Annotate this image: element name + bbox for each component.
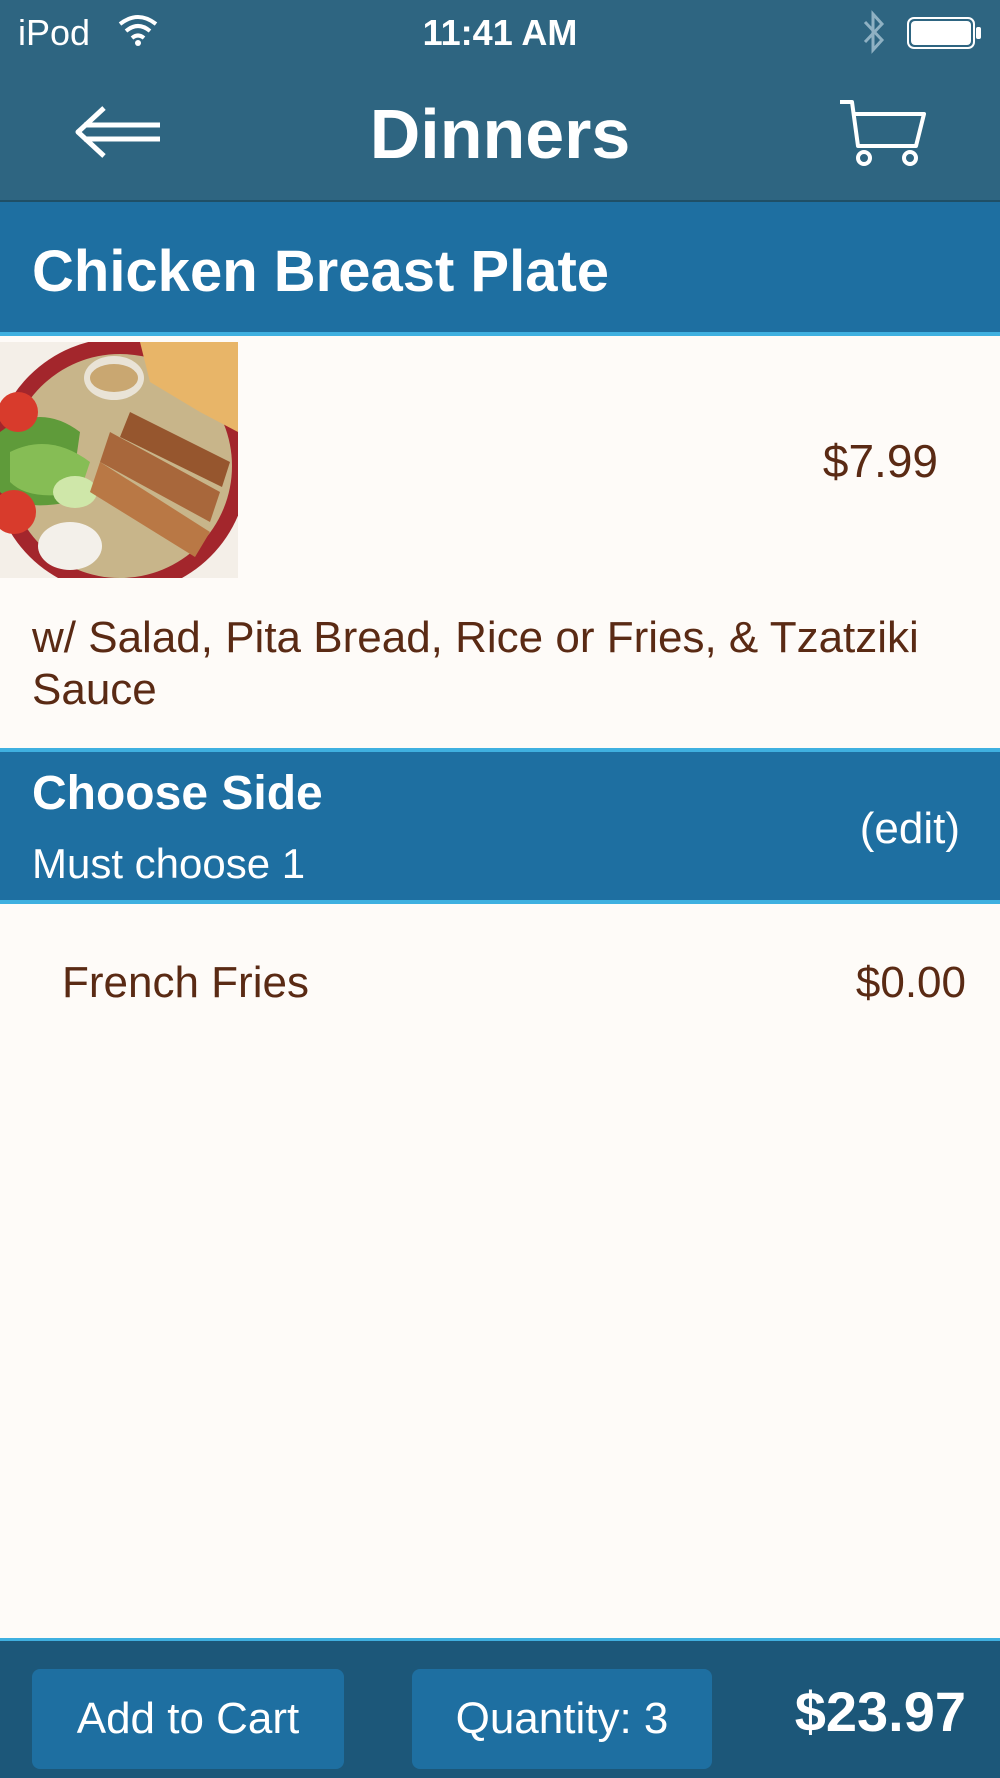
order-total: $23.97	[794, 1680, 966, 1743]
nav-bar: Dinners	[0, 64, 1000, 202]
option-group-title: Choose Side	[32, 767, 323, 820]
item-price: $7.99	[822, 435, 938, 487]
side-price: $0.00	[855, 958, 966, 1007]
list-item: French Fries $0.00	[0, 940, 1000, 1020]
option-group-requirement: Must choose 1	[32, 840, 306, 887]
clock: 11:41 AM	[422, 12, 578, 53]
item-photo	[0, 342, 238, 578]
bottom-bar: Add to Cart Quantity: 3 $23.97	[0, 1638, 1000, 1778]
item-header: Chicken Breast Plate	[0, 202, 1000, 336]
edit-link[interactable]: (edit)	[860, 804, 960, 854]
battery-icon	[907, 17, 981, 49]
item-description: w/ Salad, Pita Bread, Rice or Fries, & T…	[32, 613, 919, 714]
add-to-cart-button[interactable]: Add to Cart	[32, 1669, 344, 1769]
side-name: French Fries	[62, 958, 309, 1007]
item-name: Chicken Breast Plate	[32, 239, 610, 304]
cart-icon[interactable]	[838, 96, 928, 168]
bluetooth-icon	[863, 10, 885, 54]
option-group-header[interactable]: Choose Side Must choose 1 (edit)	[0, 748, 1000, 904]
quantity-button[interactable]: Quantity: 3	[412, 1669, 712, 1769]
status-bar: iPod 11:41 AM	[0, 0, 1000, 64]
